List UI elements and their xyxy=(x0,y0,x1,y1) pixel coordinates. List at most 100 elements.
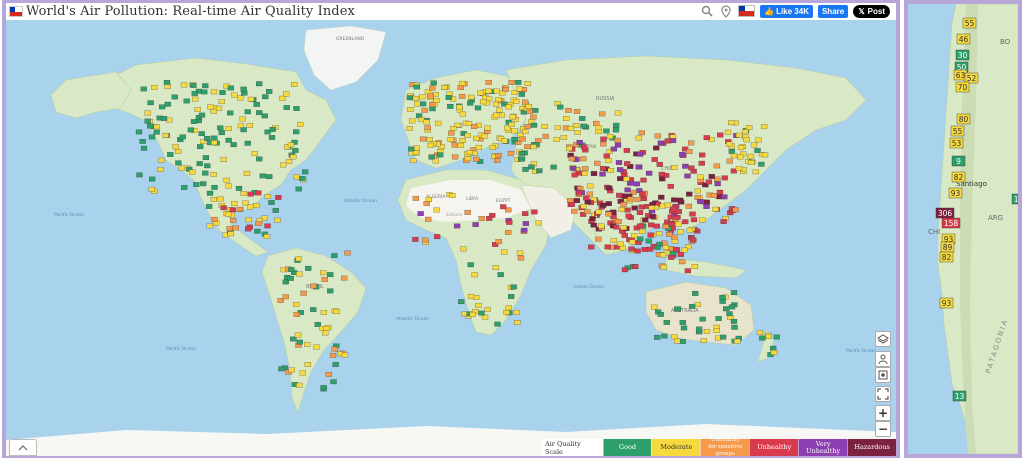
aqi-station-marker[interactable] xyxy=(225,211,232,217)
aqi-station-marker[interactable] xyxy=(295,186,302,192)
aqi-station-marker[interactable] xyxy=(530,144,537,150)
aqi-station-marker[interactable] xyxy=(511,128,518,134)
aqi-station-marker[interactable] xyxy=(427,142,434,148)
aqi-station-marker[interactable] xyxy=(473,156,480,162)
aqi-station-marker[interactable] xyxy=(610,237,617,243)
aqi-station-marker[interactable] xyxy=(413,84,421,90)
aqi-station-marker[interactable] xyxy=(205,204,213,209)
aqi-station-marker[interactable] xyxy=(557,104,564,110)
aqi-station-marker[interactable] xyxy=(660,264,668,270)
aqi-station-marker[interactable] xyxy=(698,152,706,158)
aqi-station-marker[interactable] xyxy=(505,104,512,110)
aqi-station-marker[interactable] xyxy=(662,224,669,229)
aqi-station-marker[interactable] xyxy=(686,227,694,233)
aqi-station-marker[interactable] xyxy=(327,272,334,278)
aqi-station-marker[interactable] xyxy=(210,172,217,177)
aqi-station-marker[interactable] xyxy=(639,191,646,197)
aqi-station-marker[interactable] xyxy=(675,221,682,227)
aqi-station-marker[interactable] xyxy=(464,156,472,161)
aqi-station-marker[interactable] xyxy=(728,148,736,154)
aqi-station-marker[interactable] xyxy=(750,142,758,148)
aqi-station-marker[interactable] xyxy=(179,134,186,140)
aqi-station-marker[interactable] xyxy=(314,322,321,327)
aqi-station-marker[interactable] xyxy=(432,158,439,164)
aqi-station-marker[interactable] xyxy=(576,190,583,196)
aqi-station-marker[interactable] xyxy=(675,209,682,214)
aqi-station-marker[interactable] xyxy=(321,330,329,336)
aqi-station-marker[interactable] xyxy=(151,85,158,90)
aqi-station-marker[interactable] xyxy=(236,206,244,212)
aqi-station-marker[interactable] xyxy=(244,226,252,232)
aqi-station-marker[interactable] xyxy=(263,234,271,239)
aqi-station-marker[interactable] xyxy=(193,182,200,187)
aqi-station-marker[interactable] xyxy=(147,100,154,106)
aqi-station-marker[interactable] xyxy=(510,284,517,290)
aqi-station-marker[interactable] xyxy=(486,215,493,221)
aqi-station-marker[interactable] xyxy=(615,160,623,165)
aqi-station-marker[interactable] xyxy=(594,160,601,166)
aqi-station-marker[interactable] xyxy=(235,185,243,191)
aqi-station-marker[interactable] xyxy=(191,91,198,96)
aqi-station-marker[interactable] xyxy=(210,108,217,114)
aqi-station-marker[interactable] xyxy=(621,267,629,273)
aqi-station-marker[interactable] xyxy=(232,225,239,231)
aqi-station-marker[interactable] xyxy=(331,253,338,259)
aqi-station-marker[interactable] xyxy=(247,191,254,197)
aqi-station-marker[interactable] xyxy=(162,132,169,138)
aqi-station-marker[interactable] xyxy=(745,125,753,131)
aqi-station-marker[interactable] xyxy=(211,135,218,141)
aqi-station-marker[interactable] xyxy=(679,320,686,325)
aqi-station-marker[interactable] xyxy=(516,250,524,256)
aqi-station-marker[interactable] xyxy=(513,309,520,315)
aqi-station-marker[interactable] xyxy=(743,137,750,143)
aqi-station-marker[interactable] xyxy=(293,301,300,307)
aqi-station-marker[interactable] xyxy=(681,247,688,253)
aqi-station-marker[interactable] xyxy=(441,84,448,90)
aqi-station-marker[interactable] xyxy=(524,81,531,86)
aqi-station-marker[interactable] xyxy=(294,332,302,338)
aqi-station-marker[interactable] xyxy=(194,107,201,112)
aqi-station-marker[interactable] xyxy=(627,180,634,186)
aqi-station-marker[interactable] xyxy=(495,153,502,158)
aqi-station-marker[interactable] xyxy=(292,147,299,153)
aqi-station-marker[interactable] xyxy=(625,213,632,219)
aqi-station-marker[interactable] xyxy=(227,231,234,237)
aqi-station-marker[interactable] xyxy=(288,267,295,273)
aqi-station-marker[interactable] xyxy=(180,82,188,88)
aqi-station-marker[interactable] xyxy=(429,106,436,112)
aqi-station-marker[interactable] xyxy=(728,304,736,310)
aqi-station-marker[interactable] xyxy=(289,154,297,160)
aqi-station-marker[interactable] xyxy=(492,265,499,270)
aqi-station-marker[interactable] xyxy=(734,338,741,344)
aqi-station-marker[interactable] xyxy=(467,262,474,268)
aqi-station-marker[interactable] xyxy=(598,111,606,117)
aqi-station-marker[interactable] xyxy=(264,223,271,229)
aqi-station-marker[interactable] xyxy=(514,320,521,325)
aqi-station-marker[interactable] xyxy=(485,96,493,102)
aqi-station-marker[interactable] xyxy=(227,110,234,116)
aqi-station-marker[interactable] xyxy=(279,95,286,101)
aqi-station-marker[interactable] xyxy=(605,201,612,207)
aqi-station-marker[interactable] xyxy=(239,116,246,122)
aqi-station-marker[interactable] xyxy=(673,246,680,252)
aqi-station-marker[interactable] xyxy=(513,98,520,104)
aqi-station-marker[interactable] xyxy=(407,107,414,112)
aqi-station-marker[interactable] xyxy=(412,236,419,242)
aqi-station-marker[interactable] xyxy=(679,259,686,265)
aqi-station-marker[interactable] xyxy=(244,140,251,146)
aqi-station-marker[interactable] xyxy=(522,99,529,105)
aqi-station-marker[interactable] xyxy=(493,112,500,118)
aqi-station-marker[interactable] xyxy=(715,316,722,321)
aqi-station-marker[interactable] xyxy=(713,163,721,169)
aqi-station-marker[interactable] xyxy=(153,129,160,135)
aqi-station-marker[interactable] xyxy=(680,325,688,331)
aqi-station-marker[interactable] xyxy=(719,294,726,300)
aqi-station-marker[interactable] xyxy=(530,122,538,128)
aqi-station-marker[interactable] xyxy=(714,176,721,182)
aqi-station-marker[interactable] xyxy=(698,160,705,166)
layers-button[interactable] xyxy=(875,331,891,347)
aqi-station-marker[interactable] xyxy=(699,217,706,223)
aqi-station-marker[interactable] xyxy=(293,129,300,135)
aqi-station-marker[interactable] xyxy=(245,217,252,223)
aqi-station-marker[interactable] xyxy=(410,158,417,164)
